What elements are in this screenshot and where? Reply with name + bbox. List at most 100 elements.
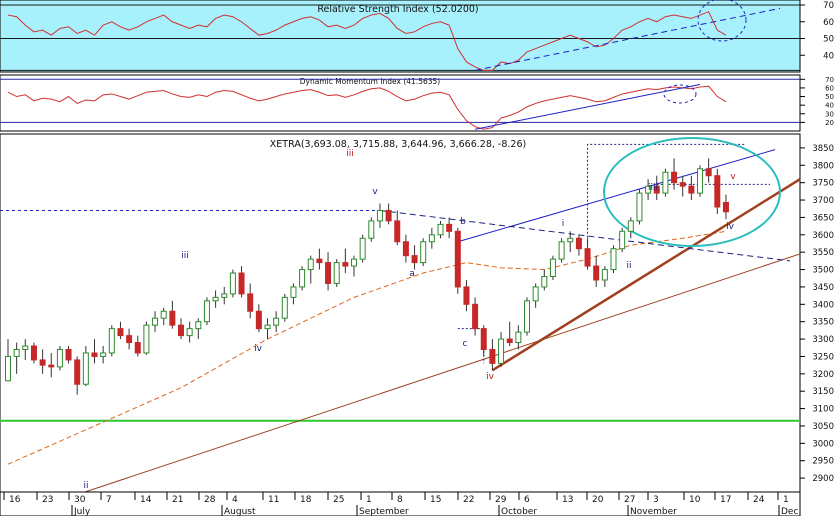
date-axis-month-label: September [359, 507, 409, 516]
price-tick-label: 3750 [812, 179, 834, 189]
candle-body [627, 220, 634, 232]
candle-body [368, 220, 375, 239]
candle-body [558, 241, 565, 260]
candle-body [575, 237, 582, 250]
price-tick-label: 3850 [812, 144, 834, 154]
date-axis-day-label: 11 [268, 495, 279, 505]
price-tick-label: 3450 [812, 283, 834, 293]
date-axis-day-label: 3 [653, 495, 659, 505]
date-axis-day-label: 29 [495, 495, 507, 505]
candle-body [394, 220, 401, 243]
wave-label: iv [254, 344, 263, 354]
rsi-tick-label: 50 [823, 35, 834, 45]
candle-body [437, 223, 444, 236]
candle-body [619, 230, 626, 250]
date-axis: 16 23 30 7 14 21 28 4 11 18 25 1 8 15 22 29 6 13 20 27 3 10 17… [0, 491, 801, 517]
dmi-tick-label: 50 [825, 93, 834, 101]
wave-label: v [730, 172, 736, 182]
xetra-dax-chart: Relative Strength Index (52.0200) 706050… [0, 0, 834, 517]
price-tick-label: 3250 [812, 352, 834, 362]
wave-label: ii [83, 481, 88, 491]
price-tick-label: 3700 [812, 196, 834, 206]
candle-body [281, 296, 288, 319]
candle-body [247, 293, 254, 312]
candle-body [229, 272, 236, 295]
date-axis-day-label: 7 [106, 495, 112, 505]
rsi-tick-label: 60 [823, 18, 834, 28]
candle-body [100, 352, 107, 357]
price-tick-label: 3200 [812, 370, 834, 380]
candle-body [593, 265, 600, 281]
dmi-tick-label: 70 [825, 76, 834, 84]
date-axis-month-label: October [501, 507, 537, 516]
rsi-tick-label: 70 [823, 1, 834, 11]
wave-label: iii [181, 251, 189, 261]
dmi-tick-label: 40 [825, 102, 834, 110]
candle-body [255, 310, 262, 330]
date-axis-month-label: November [630, 507, 677, 516]
candle-body [541, 276, 548, 288]
candle-body [411, 255, 418, 264]
date-axis-day-label: 4 [232, 495, 238, 505]
price-tick-label: 2900 [812, 474, 834, 484]
wave-label: ii [626, 261, 631, 271]
candle-body [126, 335, 133, 344]
candle-body [56, 348, 63, 368]
candle-body [446, 223, 453, 232]
candle-body [169, 310, 176, 326]
date-axis-day-label: 25 [333, 495, 344, 505]
candle-body [212, 296, 219, 302]
date-axis-day-label: 13 [562, 495, 573, 505]
date-axis-day-label: 21 [172, 495, 183, 505]
candle-body [316, 258, 323, 264]
date-axis-day-label: 8 [397, 495, 403, 505]
price-tick-label: 3150 [812, 387, 834, 397]
candle-body [489, 348, 496, 364]
price-axis-ticks: 3850 3800 3750 3700 3650 3600 3550 3500 3450 3400… [800, 144, 834, 484]
wave-label: c [463, 339, 468, 349]
price-tick-label: 2950 [812, 457, 834, 467]
wave-label: v [372, 187, 378, 197]
price-tick-label: 3100 [812, 405, 834, 415]
dmi-panel: Dynamic Momentum Index (41.5635) 7060504… [0, 74, 834, 132]
dmi-tick-label: 60 [825, 84, 834, 92]
date-axis-day-label: 6 [524, 495, 530, 505]
candle-body [203, 300, 210, 323]
candle-body [385, 209, 392, 222]
wave-label: i [562, 219, 565, 229]
candle-body [679, 182, 686, 187]
price-tick-label: 3400 [812, 300, 834, 310]
candle-body [108, 328, 115, 354]
wave-label: iv [486, 372, 495, 382]
date-axis-day-label: 17 [720, 495, 731, 505]
date-axis-day-label: 16 [9, 495, 21, 505]
candle-body [671, 171, 678, 184]
candle-body [273, 317, 280, 326]
candle-body [160, 310, 167, 319]
candle-body [264, 324, 271, 330]
candle-body [74, 359, 81, 385]
date-axis-month-label: Dec [781, 507, 798, 516]
date-axis-day-label: 1 [366, 495, 372, 505]
date-axis-day-label: 20 [592, 495, 604, 505]
candle-body [662, 171, 669, 194]
candle-body [697, 168, 703, 194]
candle-body [584, 248, 591, 267]
candle-body [480, 328, 487, 350]
candle-body [532, 286, 539, 302]
candle-body [549, 258, 556, 278]
date-axis-day-label: 28 [204, 495, 216, 505]
candle-body [714, 175, 721, 208]
candle-body [91, 352, 98, 357]
candle-body [515, 331, 522, 344]
wave-label: iii [346, 149, 354, 159]
price-tick-label: 3600 [812, 231, 834, 241]
candle-body [299, 269, 306, 288]
candle-body [134, 342, 141, 354]
dmi-axis-ticks: 706050403020 [800, 76, 834, 127]
candle-body [238, 272, 245, 295]
wave-label: iiii [648, 183, 658, 193]
candle-body [463, 286, 470, 305]
date-axis-month-label: August [224, 507, 256, 516]
date-axis-day-label: 24 [753, 495, 765, 505]
